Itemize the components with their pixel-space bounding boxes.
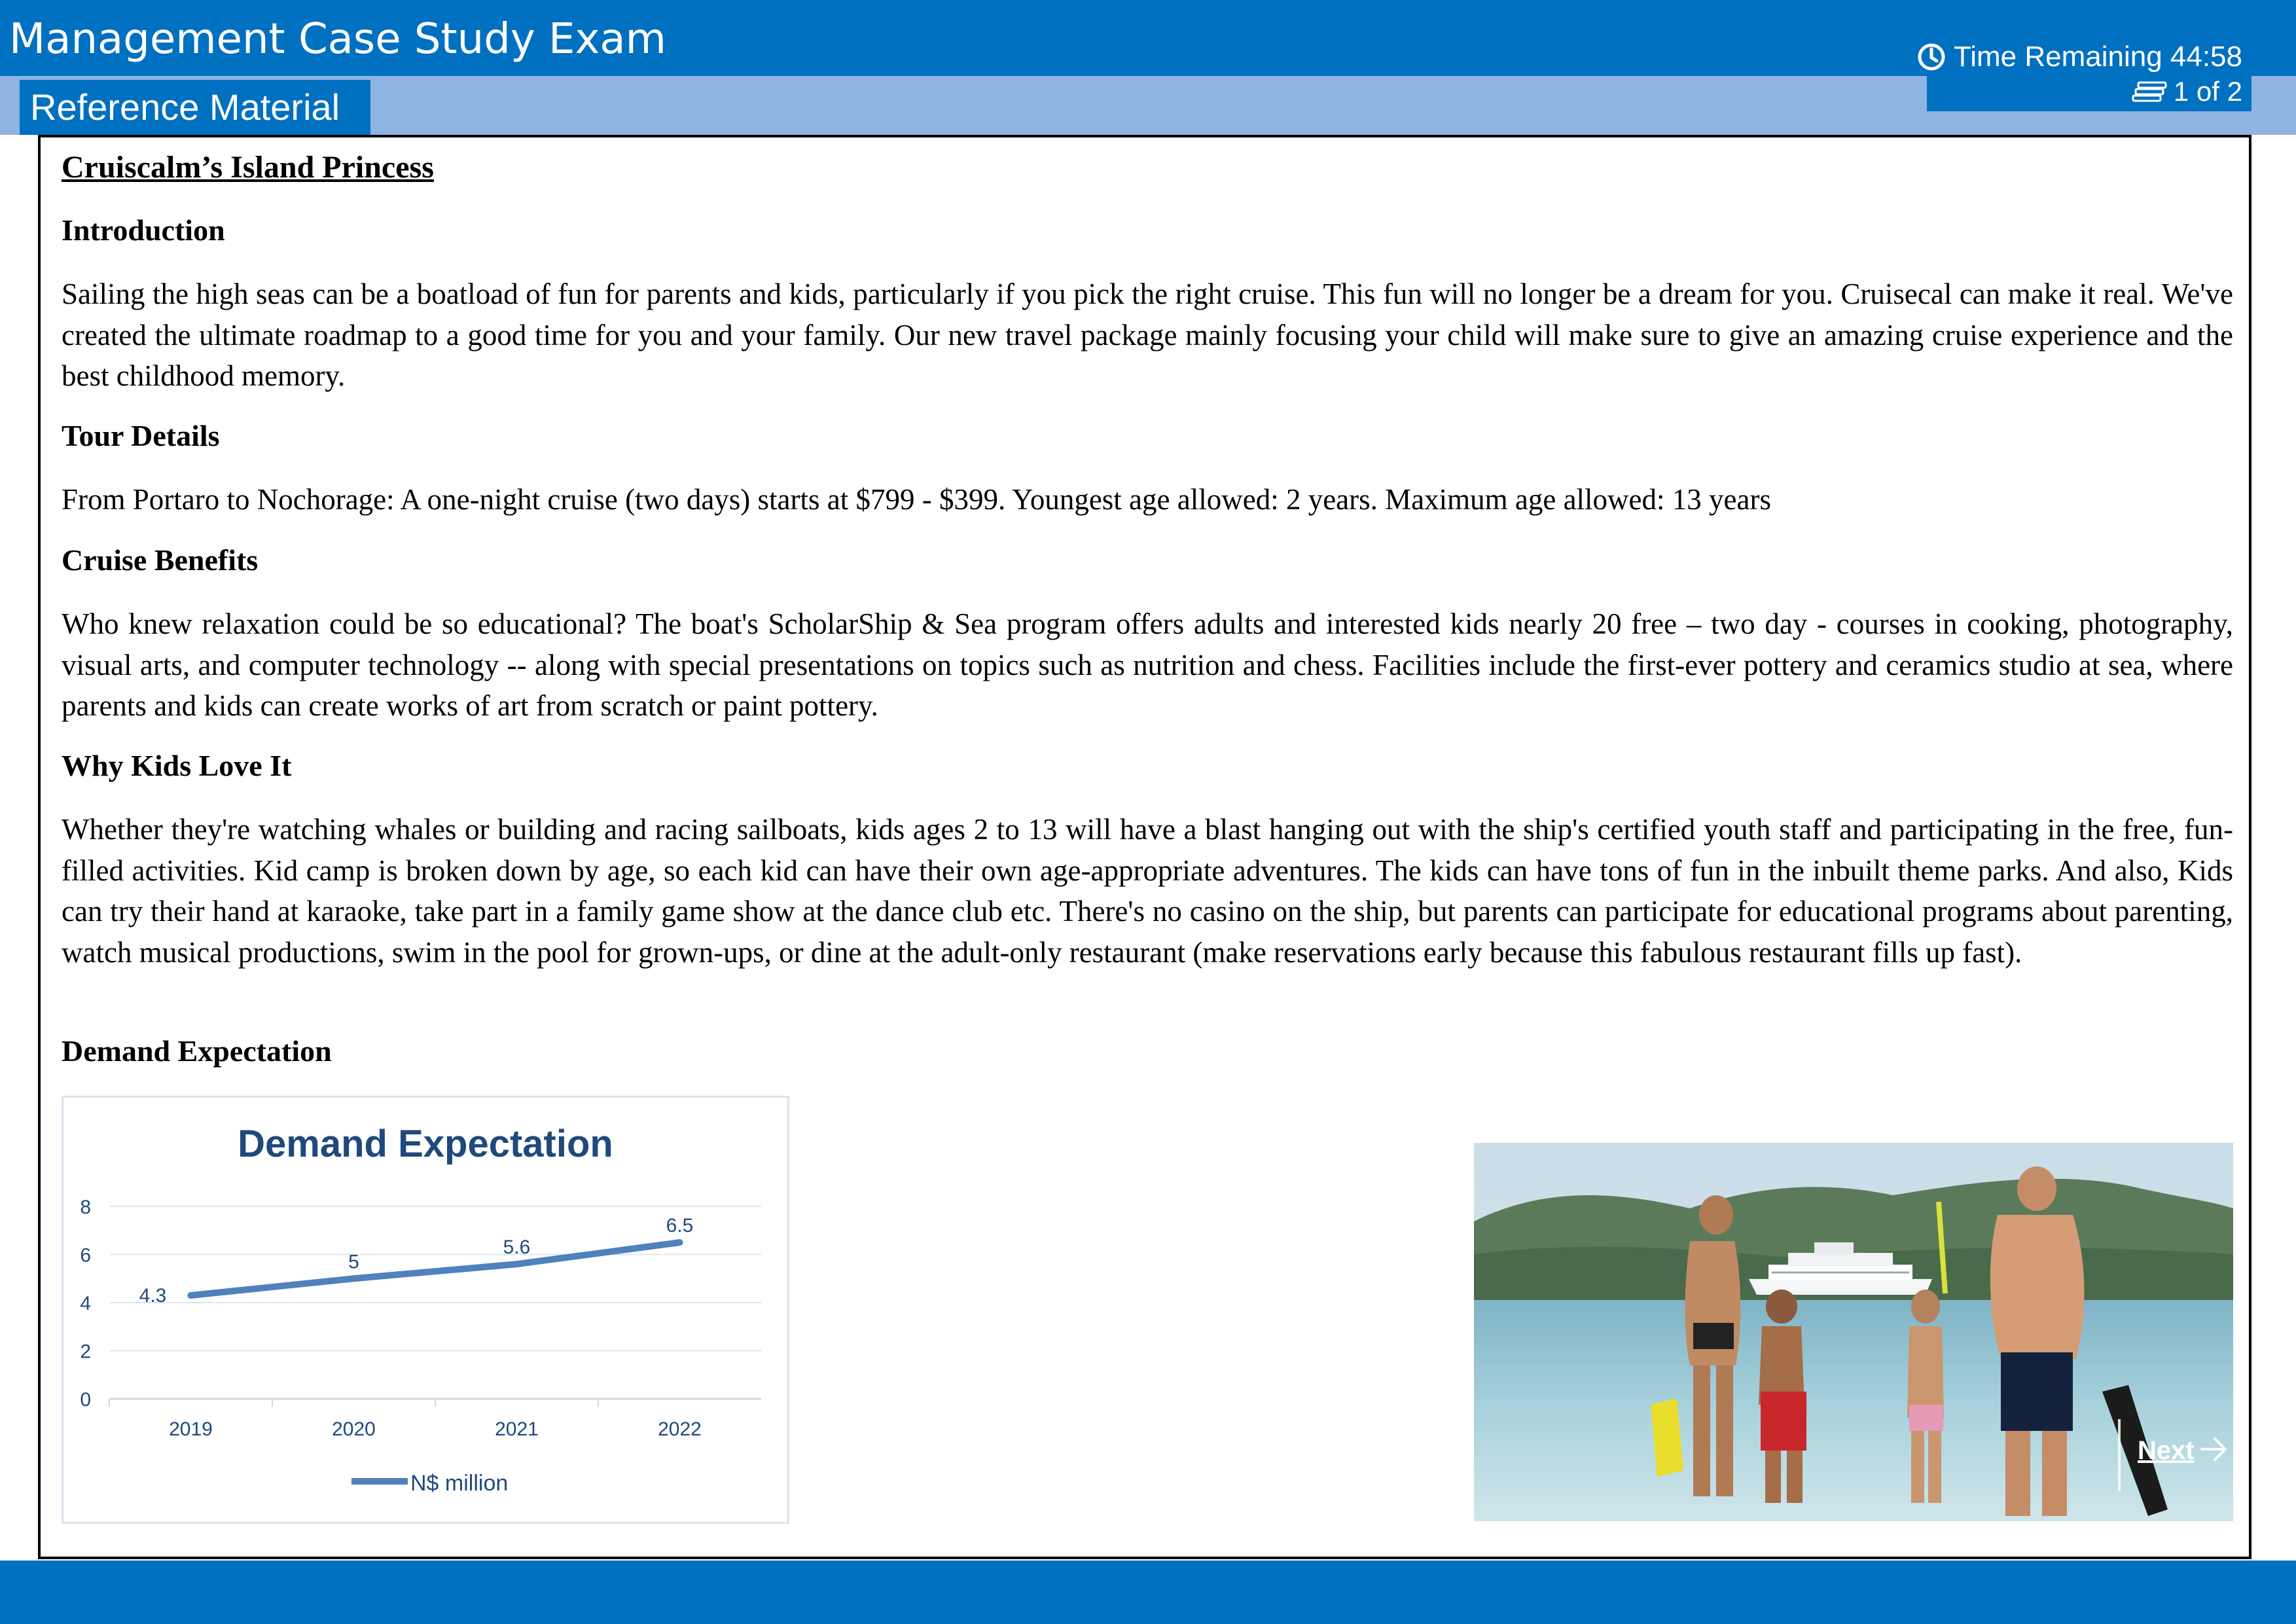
pages-icon	[2132, 81, 2167, 102]
heading-cruise-benefits: Cruise Benefits	[62, 543, 259, 577]
paragraph-why-kids-love-it: Whether they're watching whales or build…	[62, 813, 2233, 969]
data-point	[187, 1291, 194, 1299]
paragraph-cruise-benefits: Who knew relaxation could be so educatio…	[62, 607, 2233, 722]
x-tick-label: 2021	[495, 1418, 539, 1440]
y-tick-label: 4	[80, 1293, 91, 1314]
chart-title: Demand Expectation	[238, 1123, 613, 1165]
heading-why-kids-love-it: Why Kids Love It	[62, 749, 292, 782]
legend-label: N$ million	[410, 1471, 508, 1496]
tab-reference-material[interactable]: Reference Material	[20, 80, 370, 135]
x-tick-label: 2020	[332, 1418, 376, 1440]
timer-text: Time Remaining 44:58	[1953, 41, 2242, 73]
data-label: 5.6	[503, 1236, 531, 1258]
data-point	[513, 1261, 520, 1268]
page-indicator-text: 1 of 2	[2173, 76, 2242, 107]
demand-chart: Demand Expectation 0 2 4 6 8 2019 2020 2021 202…	[62, 1096, 789, 1524]
next-label: Next	[2138, 1436, 2195, 1465]
heading-demand-expectation: Demand Expectation	[62, 1034, 332, 1068]
arrow-right-icon	[2200, 1437, 2227, 1461]
demand-chart-svg: Demand Expectation 0 2 4 6 8 2019 2020 2021 202…	[80, 1123, 761, 1496]
next-button[interactable]: Next	[2118, 1416, 2238, 1495]
paragraph-introduction: Sailing the high seas can be a boatload …	[62, 278, 2233, 392]
heading-introduction: Introduction	[62, 213, 225, 247]
document-title: Cruiscalm’s Island Princess	[62, 150, 434, 185]
next-divider	[2118, 1419, 2121, 1491]
y-tick-label: 0	[80, 1389, 91, 1411]
y-tick-label: 2	[80, 1341, 91, 1363]
data-label: 6.5	[666, 1215, 694, 1236]
heading-tour-details: Tour Details	[62, 419, 220, 452]
data-label: 4.3	[139, 1285, 167, 1307]
clock-icon	[1918, 43, 1945, 71]
page-indicator: 1 of 2	[2132, 75, 2242, 109]
paragraph-tour-details: From Portaro to Nochorage: A one-night c…	[62, 483, 1771, 516]
exam-status-panel: Time Remaining 44:58 1 of 2	[1918, 31, 2251, 111]
app-title: Management Case Study Exam	[9, 15, 666, 63]
timer: Time Remaining 44:58	[1917, 38, 2242, 76]
bottom-footer-bar	[0, 1561, 2296, 1624]
y-tick-label: 6	[80, 1245, 91, 1267]
data-label: 5	[348, 1251, 359, 1272]
data-point	[350, 1275, 357, 1282]
reference-document-panel[interactable]: Cruiscalm’s Island Princess Introduction…	[38, 135, 2251, 1559]
x-tick-label: 2019	[169, 1418, 213, 1440]
data-point	[676, 1239, 683, 1246]
y-tick-label: 8	[80, 1197, 91, 1218]
chart-legend: N$ million	[351, 1471, 508, 1496]
x-tick-label: 2022	[658, 1418, 702, 1440]
series-line-n-million	[187, 1239, 683, 1299]
